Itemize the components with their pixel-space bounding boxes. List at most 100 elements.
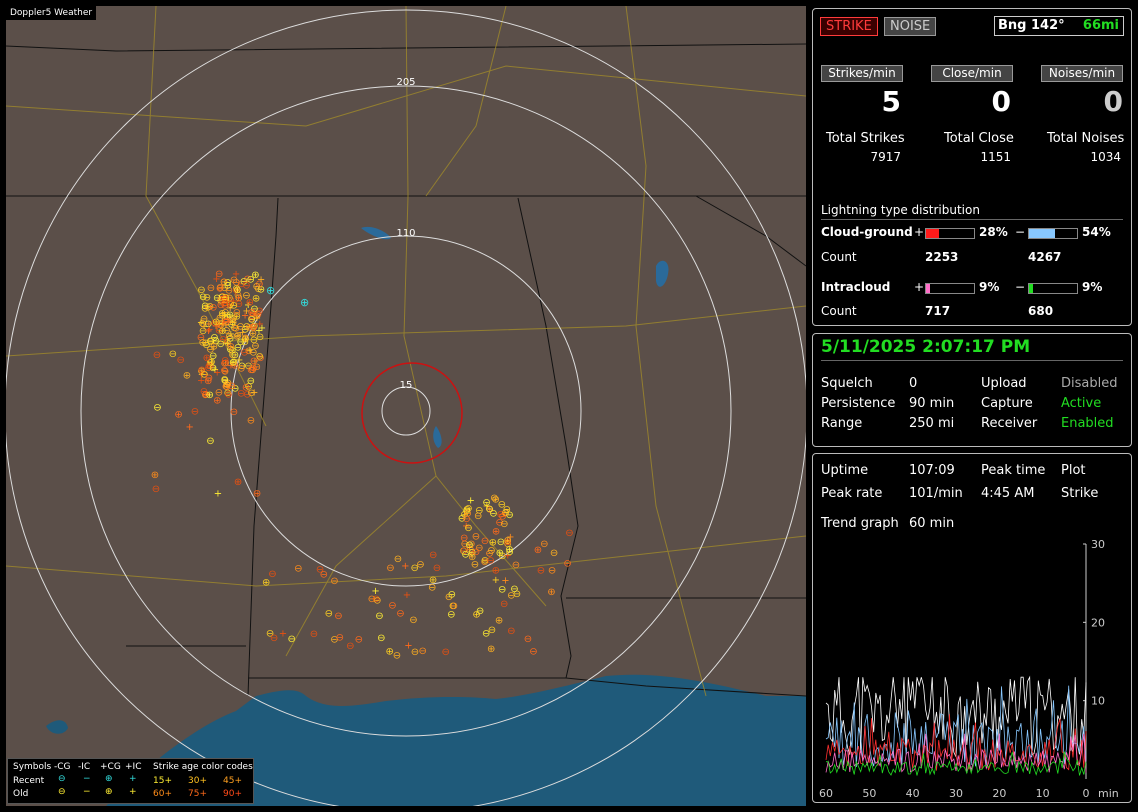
receiver-label: Receiver	[981, 416, 1038, 431]
strike-marker: ⊖	[377, 633, 385, 644]
trend-graph: 30 20 10 60 50 40 30 20 10 0 min	[819, 538, 1119, 800]
strike-marker: ⊖	[334, 611, 342, 622]
strike-marker: ⊖	[506, 547, 514, 558]
lightning-map[interactable]: 205 110 15 ⊖ + ⊖ ⊖ ⊖ ⊖ ⊖ ⊖ ⊖ ⊖ ⊖ ⊖ ⊖ ⊖ ⊕ ⊕ ⊕ + ⊖ ⊖ ⊖ ⊖ ⊖ ⊖ ⊖ ⊖ ⊖ ⊖ ⊖…	[6, 6, 806, 806]
lake	[46, 720, 68, 734]
strike-marker: ⊕	[487, 644, 495, 655]
strike-marker: ⊖	[442, 647, 450, 658]
strike-marker: ⊖	[191, 407, 199, 418]
strike-marker: ⊖	[153, 403, 161, 414]
strike-button[interactable]: STRIKE	[820, 17, 878, 36]
total-close: 1151	[980, 150, 1011, 164]
strike-marker: ⊕	[262, 578, 270, 589]
cg-negative-count: 4267	[1028, 250, 1062, 264]
strike-marker: ⊖	[512, 560, 520, 571]
strike-marker: ⊖	[223, 316, 231, 327]
x-tick-label: 30	[949, 787, 963, 800]
strike-marker: ⊕	[234, 477, 242, 488]
capture-value: Active	[1061, 396, 1102, 411]
ring-label-205: 205	[396, 77, 415, 88]
cg-positive-count: 2253	[925, 250, 959, 264]
strike-marker: ⊖	[537, 566, 545, 577]
strike-marker: +	[197, 318, 205, 329]
plot-label: Plot	[1061, 463, 1086, 478]
strike-marker: ⊕	[492, 495, 500, 506]
strike-marker: ⊖	[448, 590, 456, 601]
strike-marker: ⊖	[152, 484, 160, 495]
age-45: 45+	[223, 776, 242, 786]
close-range-ring	[361, 362, 463, 464]
divider	[821, 360, 1123, 361]
strike-marker: ⊖	[464, 504, 472, 515]
strike-marker: ⊖	[310, 629, 318, 640]
legend-col-pos-cg: +CG	[100, 762, 121, 772]
strike-marker: ⊖	[197, 285, 205, 296]
strike-marker: ⊖	[224, 280, 232, 291]
strike-marker: ⊖	[294, 564, 302, 575]
recent-neg-ic-icon: −	[83, 774, 91, 784]
strike-marker: ⊖	[460, 533, 468, 544]
squelch-value: 0	[909, 376, 918, 391]
strike-marker: ⊖	[476, 606, 484, 617]
cloud-ground-label: Cloud-ground	[821, 225, 913, 239]
plot-value: Strike	[1061, 486, 1099, 501]
upload-label: Upload	[981, 376, 1027, 391]
ic-minus-sign: −	[1015, 280, 1026, 294]
strike-marker: ⊖	[485, 504, 493, 515]
strike-marker: ⊖	[461, 549, 469, 560]
cg-plus-sign: +	[914, 225, 925, 239]
strike-marker: ⊖	[503, 505, 511, 516]
strike-marker: ⊖	[236, 321, 244, 332]
strike-marker: ⊖	[565, 528, 573, 539]
strike-marker: +	[214, 489, 222, 500]
strike-marker: ⊖	[487, 556, 495, 567]
total-close-label: Total Close	[944, 131, 1014, 146]
strike-marker: ⊖	[355, 634, 363, 645]
strike-marker: ⊕	[229, 357, 237, 368]
range-label: Range	[821, 416, 863, 431]
total-strikes-label: Total Strikes	[826, 131, 905, 146]
ic-plus-sign: +	[914, 280, 925, 294]
strike-marker: +	[492, 575, 500, 586]
strike-marker: +	[401, 561, 409, 572]
strike-marker: ⊖	[411, 563, 419, 574]
strike-marker: ⊕	[183, 370, 191, 381]
strike-marker: ⊖	[230, 407, 238, 418]
ic-count-label: Count	[821, 304, 857, 318]
strike-stats-panel: STRIKE NOISE Bng 142° 66mi Strikes/min C…	[812, 8, 1132, 326]
strike-marker: ⊖	[450, 601, 458, 612]
strike-marker: ⊖	[216, 283, 224, 294]
old-neg-ic-icon: −	[83, 787, 91, 797]
legend-col-neg-cg: -CG	[54, 762, 71, 772]
strike-marker: ⊖	[433, 563, 441, 574]
x-tick-label: 50	[862, 787, 876, 800]
strike-marker: ⊖	[548, 566, 556, 577]
intracloud-label: Intracloud	[821, 280, 891, 294]
x-tick-label: 0	[1083, 787, 1090, 800]
strike-marker: ⊖	[500, 599, 508, 610]
strike-marker: ⊖	[209, 303, 217, 314]
strikes-per-min-header: Strikes/min	[821, 65, 903, 82]
ring-label-110: 110	[396, 228, 415, 239]
y-tick-label: 20	[1091, 616, 1105, 629]
symbol-legend: Symbols -CG -IC +CG +IC Strike age color…	[7, 758, 254, 804]
x-tick-label: 40	[906, 787, 920, 800]
strike-marker: ⊖	[247, 415, 255, 426]
recent-pos-cg-icon: ⊕	[105, 774, 113, 784]
strike-marker: ⊖	[540, 539, 548, 550]
strike-marker: ⊖	[223, 379, 231, 390]
ring-label-15: 15	[400, 380, 413, 391]
peak-rate-value: 101/min	[909, 486, 963, 501]
lake	[656, 260, 669, 287]
bearing-box: Bng 142° 66mi	[994, 16, 1124, 36]
x-tick-label: 20	[992, 787, 1006, 800]
noises-per-min-header: Noises/min	[1041, 65, 1123, 82]
strike-marker: ⊖	[529, 647, 537, 658]
close-per-min-header: Close/min	[931, 65, 1013, 82]
strike-marker: ⊖	[247, 274, 255, 285]
strike-marker: ⊖	[419, 646, 427, 657]
trend-graph-value: 60 min	[909, 516, 955, 531]
y-tick-label: 10	[1091, 695, 1105, 708]
current-datetime: 5/11/2025 2:07:17 PM	[821, 337, 1031, 357]
noise-button[interactable]: NOISE	[884, 17, 937, 36]
